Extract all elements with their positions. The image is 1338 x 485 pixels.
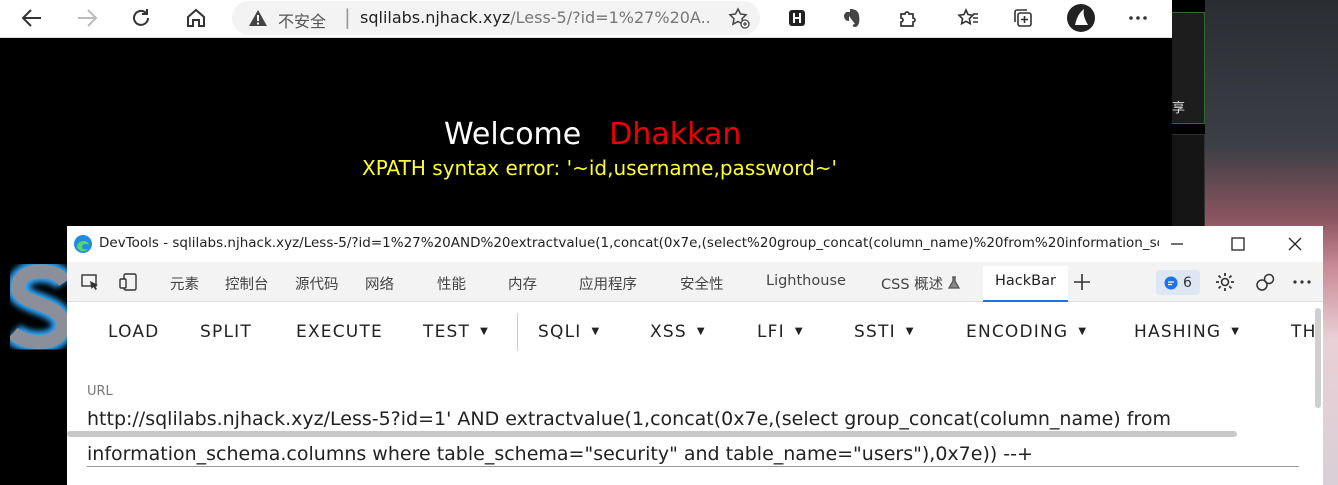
address-bar[interactable]: 不安全 | sqlilabs.njhack.xyz/Less-5/?id=1%2… xyxy=(232,1,760,35)
caret-down-icon: ▼ xyxy=(905,326,915,337)
background-window-2 xyxy=(1172,134,1205,229)
avatar-icon xyxy=(1067,4,1095,32)
add-favorite-icon[interactable] xyxy=(728,7,750,29)
hackbar-sqli-menu[interactable]: SQLI ▼ xyxy=(538,322,600,342)
tab-security[interactable]: 安全性 xyxy=(680,273,724,294)
user-name: Dhakkan xyxy=(609,117,742,152)
browser-toolbar: 不安全 | sqlilabs.njhack.xyz/Less-5/?id=1%2… xyxy=(0,0,1172,38)
tab-console[interactable]: 控制台 xyxy=(225,273,269,294)
back-button[interactable] xyxy=(17,4,47,32)
hackbar-lfi-menu[interactable]: LFI ▼ xyxy=(757,322,804,342)
tab-css-overview-label: CSS 概述 xyxy=(881,277,944,293)
devtools-titlebar: DevTools - sqlilabs.njhack.xyz/Less-5/?i… xyxy=(67,226,1323,261)
devtools-more-icon[interactable] xyxy=(1289,270,1315,294)
refresh-button[interactable] xyxy=(126,4,156,32)
caret-down-icon: ▼ xyxy=(591,326,601,337)
hackbar-encoding-menu[interactable]: ENCODING ▼ xyxy=(966,322,1087,342)
tab-network[interactable]: 网络 xyxy=(365,273,394,294)
hackbar-load-button[interactable]: LOAD xyxy=(108,322,159,342)
home-icon xyxy=(187,8,205,27)
maximize-button[interactable] xyxy=(1228,234,1248,254)
issues-badge[interactable]: 6 xyxy=(1156,270,1200,295)
tab-memory[interactable]: 内存 xyxy=(508,273,537,294)
background-share-label: 享 xyxy=(1172,101,1186,116)
hackbar-test-label: TEST xyxy=(423,322,471,342)
minimize-icon xyxy=(1171,243,1183,245)
url-field-label: URL xyxy=(87,384,113,399)
hackbar-hashing-label: HASHING xyxy=(1134,322,1222,342)
tab-elements[interactable]: 元素 xyxy=(170,273,199,294)
settings-gear-icon[interactable] xyxy=(1212,270,1238,294)
issues-count: 6 xyxy=(1183,274,1192,291)
caret-down-icon: ▼ xyxy=(480,326,489,337)
extension-h-icon[interactable] xyxy=(784,5,810,31)
plus-icon xyxy=(1074,274,1090,290)
hackbar-divider xyxy=(517,313,518,351)
address-url[interactable]: sqlilabs.njhack.xyz/Less-5/?id=1%27%20A.… xyxy=(360,8,710,27)
hackbar-ssti-menu[interactable]: SSTI ▼ xyxy=(854,322,915,342)
hackbar-lfi-label: LFI xyxy=(757,322,785,342)
inspect-element-icon[interactable] xyxy=(77,270,103,294)
tab-performance[interactable]: 性能 xyxy=(437,273,466,294)
hackbar-encoding-label: ENCODING xyxy=(966,322,1069,342)
welcome-text: Welcome xyxy=(444,117,582,152)
caret-down-icon: ▼ xyxy=(696,326,706,337)
edge-logo-icon xyxy=(74,235,92,253)
close-icon xyxy=(1288,237,1302,251)
address-url-path: /Less-5/?id=1%27%20A... xyxy=(510,8,710,27)
caret-down-icon: ▼ xyxy=(1078,326,1088,337)
welcome-heading: Welcome Dhakkan xyxy=(444,117,741,152)
warning-icon xyxy=(249,10,267,26)
devtools-window: DevTools - sqlilabs.njhack.xyz/Less-5/?i… xyxy=(67,226,1323,485)
hackbar-hashing-menu[interactable]: HASHING ▼ xyxy=(1134,322,1240,342)
hackbar-menu: LOAD SPLIT EXECUTE TEST ▼ SQLI ▼ XSS ▼ LFI ▼… xyxy=(67,303,1323,437)
forward-button[interactable] xyxy=(72,4,102,32)
url-input[interactable]: http://sqlilabs.njhack.xyz/Less-5?id=1' … xyxy=(87,402,1302,472)
favorites-icon[interactable] xyxy=(955,5,981,31)
refresh-icon xyxy=(133,9,149,26)
xpath-error-message: XPATH syntax error: '~id,username,passwo… xyxy=(362,156,838,180)
evernote-icon[interactable] xyxy=(839,5,865,31)
hackbar-execute-button[interactable]: EXECUTE xyxy=(296,322,383,342)
url-input-underline xyxy=(87,466,1299,467)
more-menu-icon[interactable] xyxy=(1125,5,1151,31)
hackbar-split-button[interactable]: SPLIT xyxy=(200,322,252,342)
home-button[interactable] xyxy=(181,4,211,32)
back-arrow-icon xyxy=(21,9,41,27)
minimize-button[interactable] xyxy=(1167,234,1187,254)
address-separator: | xyxy=(344,5,351,29)
close-button[interactable] xyxy=(1285,234,1305,254)
hackbar-xss-menu[interactable]: XSS ▼ xyxy=(650,322,706,342)
tab-sources[interactable]: 源代码 xyxy=(295,273,339,294)
experiment-flask-icon xyxy=(947,276,960,289)
hackbar-test-menu[interactable]: TEST ▼ xyxy=(423,322,489,342)
device-emulation-icon[interactable] xyxy=(115,270,141,294)
hackbar-ssti-label: SSTI xyxy=(854,322,896,342)
vertical-scrollbar[interactable] xyxy=(1315,308,1321,408)
tab-css-overview[interactable]: CSS 概述 xyxy=(881,273,960,294)
extensions-puzzle-icon[interactable] xyxy=(895,5,921,31)
address-url-host: sqlilabs.njhack.xyz xyxy=(360,8,511,27)
caret-down-icon: ▼ xyxy=(794,326,804,337)
sqli-logo-icon xyxy=(10,262,70,352)
tab-hackbar[interactable]: HackBar xyxy=(983,266,1068,302)
profile-avatar[interactable] xyxy=(1066,3,1096,33)
collections-icon[interactable] xyxy=(1010,5,1036,31)
hackbar-xss-label: XSS xyxy=(650,322,687,342)
devtools-tabbar: 元素 控制台 源代码 网络 性能 内存 应用程序 安全性 Lighthouse … xyxy=(67,262,1323,302)
devtools-title: DevTools - sqlilabs.njhack.xyz/Less-5/?i… xyxy=(99,235,1159,251)
insecure-label: 不安全 xyxy=(278,12,327,31)
message-icon xyxy=(1164,276,1178,289)
hackbar-sqli-label: SQLI xyxy=(538,322,582,342)
feedback-icon[interactable] xyxy=(1252,270,1278,294)
forward-arrow-icon xyxy=(78,9,98,27)
maximize-icon xyxy=(1231,237,1245,251)
tab-lighthouse[interactable]: Lighthouse xyxy=(766,273,846,289)
caret-down-icon: ▼ xyxy=(1231,326,1241,337)
tab-application[interactable]: 应用程序 xyxy=(579,273,637,294)
add-tab-button[interactable] xyxy=(1069,270,1095,294)
